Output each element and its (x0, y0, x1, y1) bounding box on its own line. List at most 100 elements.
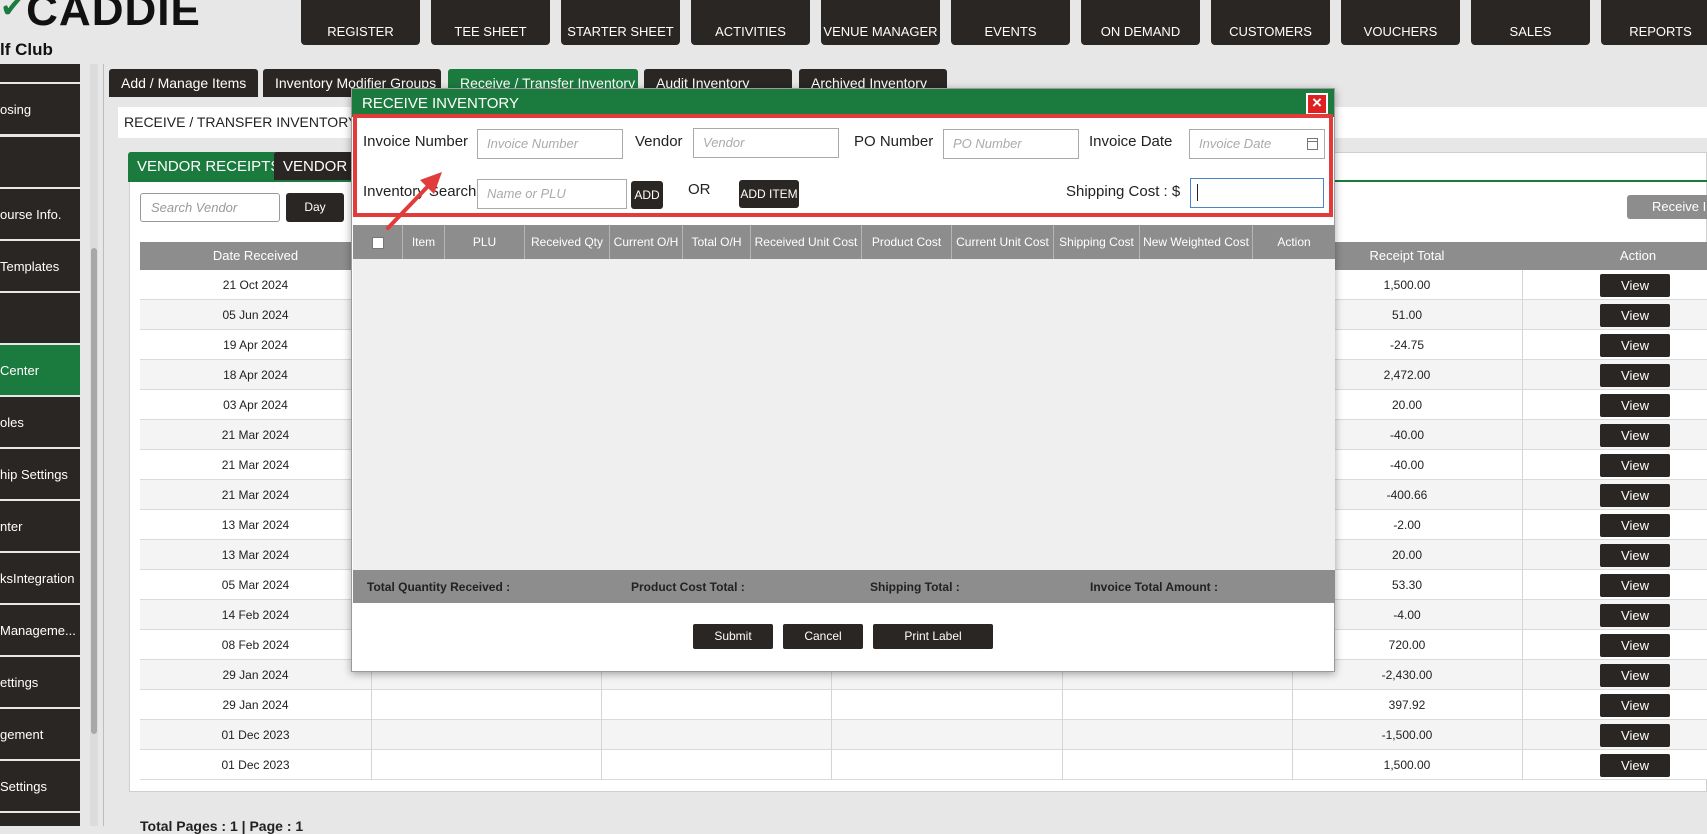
view-button[interactable]: View (1600, 334, 1670, 357)
view-button[interactable]: View (1600, 424, 1670, 447)
nav-register[interactable]: REGISTER (301, 0, 420, 45)
sidebar-item[interactable]: oles (0, 397, 80, 447)
view-button[interactable]: View (1600, 454, 1670, 477)
receive-inventory-button[interactable]: Receive Inventory (1627, 195, 1707, 219)
date-cell: 21 Oct 2024 (222, 278, 289, 292)
view-button[interactable]: View (1600, 694, 1670, 717)
view-button[interactable]: View (1600, 634, 1670, 657)
column-header-product-cost: Product Cost (862, 225, 952, 259)
sidebar-scroll-thumb[interactable] (91, 248, 97, 734)
nav-sales[interactable]: SALES (1471, 0, 1590, 45)
sidebar-item[interactable]: hip Settings (0, 449, 80, 499)
nav-starter-sheet[interactable]: STARTER SHEET (561, 0, 680, 45)
date-cell: 18 Apr 2024 (223, 368, 288, 382)
view-button[interactable]: View (1600, 604, 1670, 627)
nav-vouchers[interactable]: VOUCHERS (1341, 0, 1460, 45)
receipt-total-cell: 397.92 (1388, 698, 1426, 712)
nav-customers[interactable]: CUSTOMERS (1211, 0, 1330, 45)
date-cell: 05 Mar 2024 (221, 578, 290, 592)
total-quantity-label: Total Quantity Received : (367, 580, 511, 594)
submit-button[interactable]: Submit (693, 624, 773, 649)
date-cell: 21 Mar 2024 (221, 488, 290, 502)
search-vendor-input[interactable]: Search Vendor (140, 193, 280, 222)
sidebar-item[interactable]: Settings (0, 761, 80, 811)
date-cell: 01 Dec 2023 (221, 758, 290, 772)
sidebar-item[interactable] (0, 293, 80, 343)
view-button[interactable]: View (1600, 484, 1670, 507)
sidebar-item[interactable]: nter (0, 501, 80, 551)
table-row: 01 Dec 2023 -1,500.00 View (140, 720, 1707, 750)
sidebar-item[interactable]: ettings (0, 657, 80, 707)
print-label-button[interactable]: Print Label (873, 624, 993, 649)
view-button[interactable]: View (1600, 724, 1670, 747)
pagination-info: Total Pages : 1 | Page : 1 (140, 818, 304, 834)
date-cell: 14 Feb 2024 (221, 608, 290, 622)
receipt-total-cell: 1,500.00 (1383, 758, 1431, 772)
column-header-current-oh: Current O/H (610, 225, 683, 259)
club-name: lf Club (0, 40, 53, 59)
date-cell: 13 Mar 2024 (221, 548, 290, 562)
annotation-arrow-icon (386, 172, 442, 230)
highlight-box (353, 114, 1333, 217)
select-all-checkbox[interactable] (371, 236, 384, 249)
date-cell: 13 Mar 2024 (221, 518, 290, 532)
column-header-current-unit-cost: Current Unit Cost (952, 225, 1054, 259)
column-header-plu: PLU (445, 225, 525, 259)
table-row: 29 Jan 2024 397.92 View (140, 690, 1707, 720)
view-button[interactable]: View (1600, 514, 1670, 537)
date-cell: 29 Jan 2024 (222, 698, 289, 712)
column-divider (1522, 270, 1523, 780)
logo-mark-icon: ✔ (0, 0, 27, 24)
top-bar: ✔CADDIE lf Club REGISTER TEE SHEET START… (0, 0, 1707, 60)
sidebar-item[interactable] (0, 813, 80, 826)
close-icon[interactable]: × (1306, 93, 1328, 115)
column-header-new-weighted-cost: New Weighted Cost (1140, 225, 1253, 259)
nav-activities[interactable]: ACTIVITIES (691, 0, 810, 45)
date-cell: 08 Feb 2024 (221, 638, 290, 652)
tab-vendor-receipts[interactable]: VENDOR RECEIPTS (128, 152, 290, 182)
day-button[interactable]: Day (286, 193, 344, 222)
sidebar-item[interactable] (0, 137, 80, 187)
column-header-shipping-cost: Shipping Cost (1054, 225, 1140, 259)
sidebar-item[interactable]: ksIntegration (0, 553, 80, 603)
tab-add-manage-items[interactable]: Add / Manage Items (109, 69, 259, 97)
view-button[interactable]: View (1600, 304, 1670, 327)
view-button[interactable]: View (1600, 364, 1670, 387)
column-header-action: Action (1277, 235, 1311, 249)
column-header-received-unit-cost: Received Unit Cost (751, 225, 862, 259)
view-button[interactable]: View (1600, 274, 1670, 297)
column-header-total-oh: Total O/H (683, 225, 751, 259)
items-table-header: Item PLU Received Qty Current O/H Total … (353, 225, 1335, 259)
view-button[interactable]: View (1600, 574, 1670, 597)
column-header-action: Action (1619, 248, 1657, 263)
view-button[interactable]: View (1600, 544, 1670, 567)
nav-venue-manager[interactable]: VENUE MANAGER (821, 0, 940, 45)
nav-events[interactable]: EVENTS (951, 0, 1070, 45)
nav-tee-sheet[interactable]: TEE SHEET (431, 0, 550, 45)
logo-text: CADDIE (26, 0, 201, 35)
nav-reports[interactable]: REPORTS (1601, 0, 1707, 45)
sidebar-item[interactable]: ourse Info. (0, 189, 80, 239)
nav-on-demand[interactable]: ON DEMAND (1081, 0, 1200, 45)
cancel-button[interactable]: Cancel (783, 624, 863, 649)
sidebar-item[interactable]: osing (0, 84, 80, 134)
view-button[interactable]: View (1600, 754, 1670, 777)
modal-title: RECEIVE INVENTORY (352, 89, 1334, 117)
sidebar-item[interactable]: gement (0, 709, 80, 759)
sidebar-item[interactable]: Manageme... (0, 605, 80, 655)
totals-bar: Total Quantity Received : Product Cost T… (353, 570, 1335, 603)
view-button[interactable]: View (1600, 394, 1670, 417)
sidebar-item-active[interactable]: Center (0, 345, 80, 395)
date-cell: 29 Jan 2024 (222, 668, 289, 682)
view-button[interactable]: View (1600, 664, 1670, 687)
date-cell: 21 Mar 2024 (221, 428, 290, 442)
receipt-total-cell: -1,500.00 (1381, 728, 1433, 742)
date-cell: 21 Mar 2024 (221, 458, 290, 472)
sidebar-item[interactable]: Templates (0, 241, 80, 291)
date-cell: 03 Apr 2024 (223, 398, 288, 412)
column-header-received-qty: Received Qty (525, 225, 610, 259)
logo: ✔CADDIE (0, 0, 201, 36)
invoice-total-label: Invoice Total Amount : (1090, 580, 1218, 594)
sidebar-item-top[interactable] (0, 64, 80, 82)
items-table-body (353, 259, 1335, 570)
